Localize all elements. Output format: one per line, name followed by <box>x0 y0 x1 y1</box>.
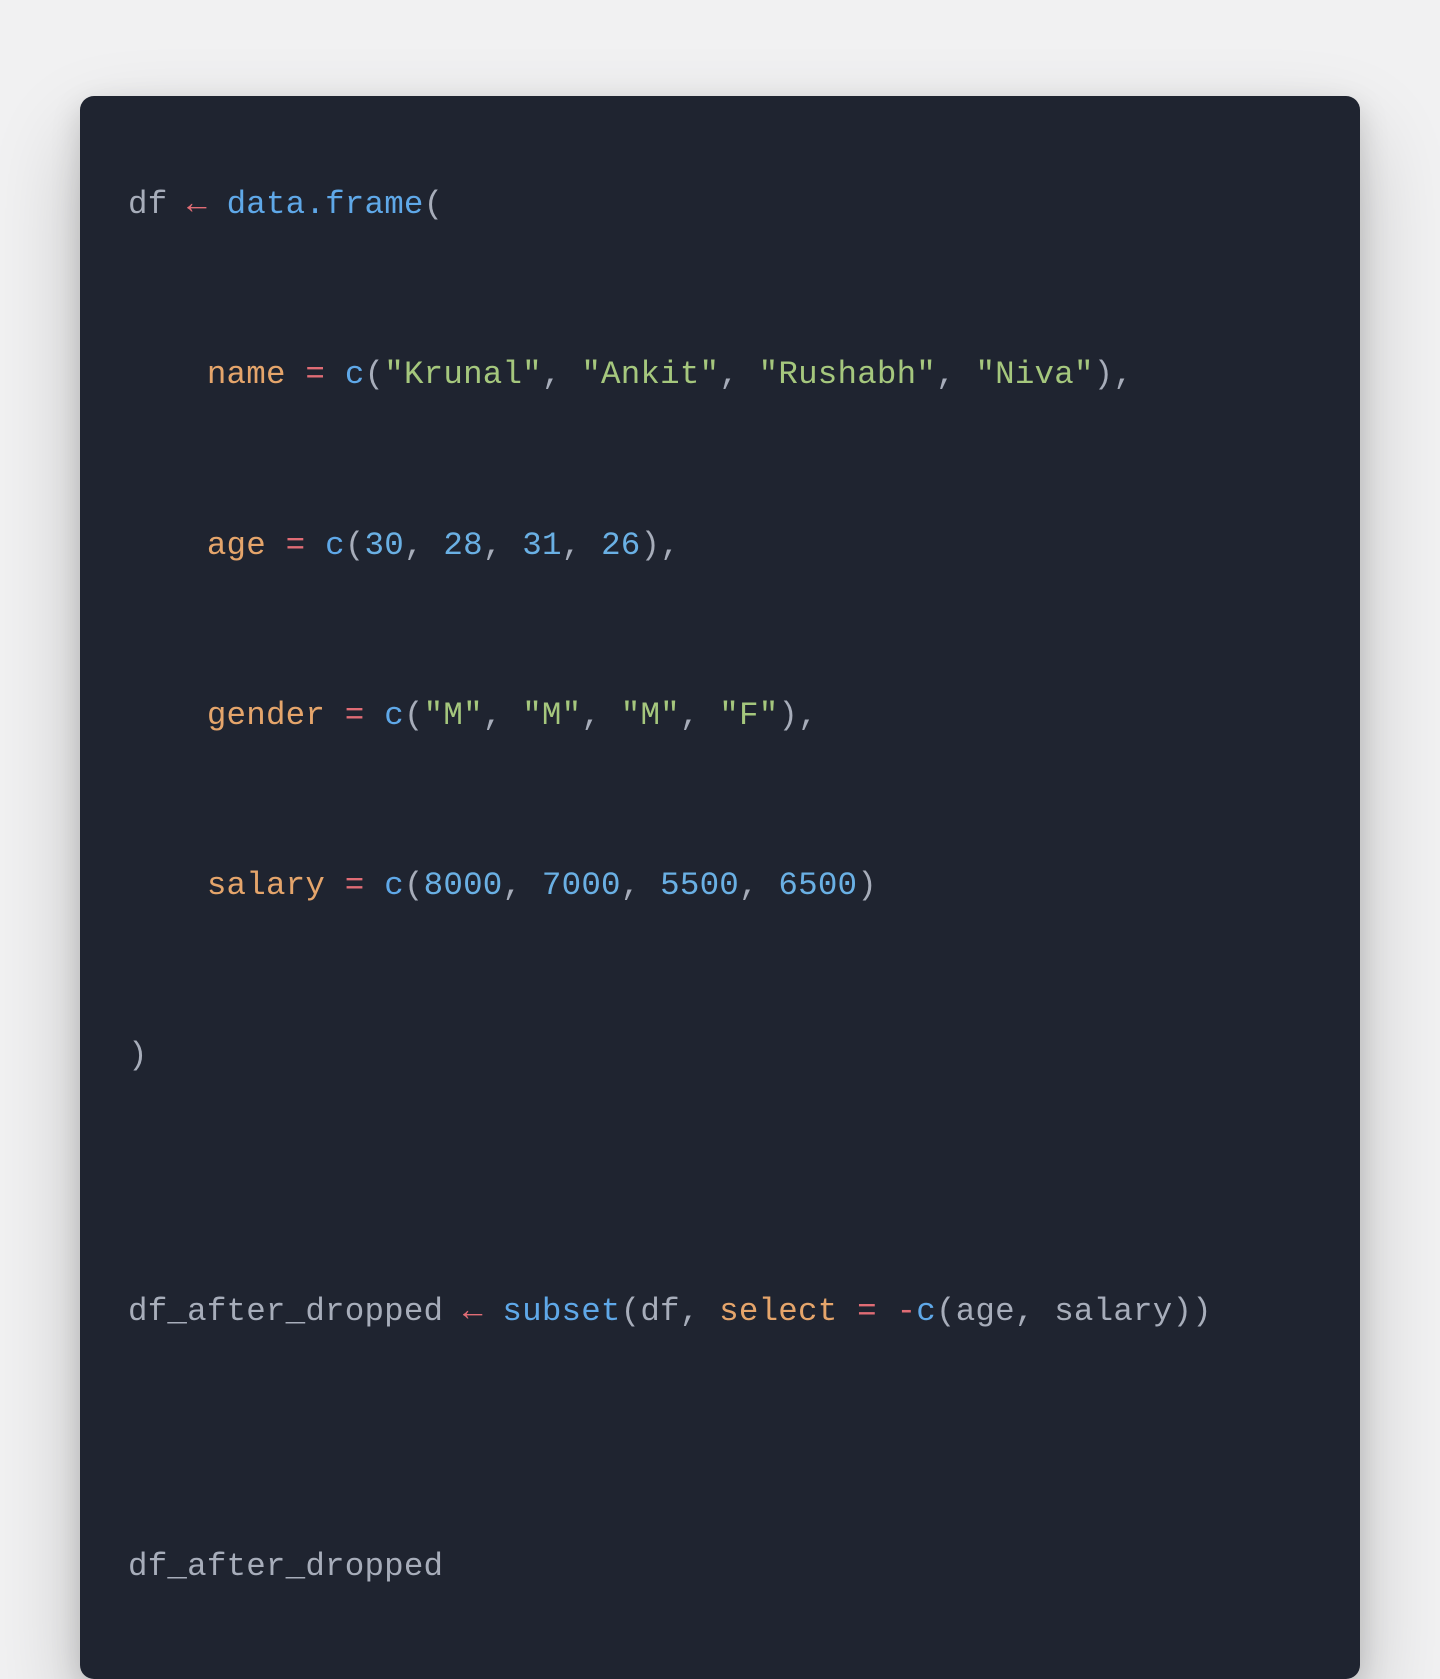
code-token <box>365 697 385 734</box>
code-token: "M" <box>424 697 483 734</box>
code-token: ← <box>463 1293 483 1330</box>
code-token: name <box>207 356 286 393</box>
code-token: = <box>345 697 365 734</box>
code-token <box>305 527 325 564</box>
code-token: , <box>502 867 541 904</box>
code-token: c <box>384 867 404 904</box>
code-token: gender <box>207 697 325 734</box>
code-token: 8000 <box>424 867 503 904</box>
code-token <box>325 867 345 904</box>
code-token: 28 <box>443 527 482 564</box>
code-token: ), <box>1094 356 1133 393</box>
code-token: "M" <box>621 697 680 734</box>
code-token: , <box>404 527 443 564</box>
code-token <box>325 697 345 734</box>
code-token <box>266 527 286 564</box>
code-token: ( <box>345 527 365 564</box>
code-token: , <box>739 867 778 904</box>
code-token: df_after_dropped <box>128 1548 443 1585</box>
code-token: 6500 <box>778 867 857 904</box>
code-token <box>207 186 227 223</box>
code-token: ), <box>641 527 680 564</box>
code-token: df_after_dropped <box>128 1293 463 1330</box>
code-token: ( <box>404 697 424 734</box>
code-token: ( <box>365 356 385 393</box>
code-token: "Niva" <box>975 356 1093 393</box>
code-token: , <box>680 697 719 734</box>
code-token <box>877 1293 897 1330</box>
code-token: , <box>719 356 758 393</box>
code-token: 31 <box>522 527 561 564</box>
code-token: 5500 <box>660 867 739 904</box>
code-token: "F" <box>719 697 778 734</box>
code-token: = <box>286 527 306 564</box>
code-token: salary <box>207 867 325 904</box>
code-token: - <box>897 1293 917 1330</box>
code-token: 26 <box>601 527 640 564</box>
code-token: , <box>621 867 660 904</box>
code-block[interactable]: df ← data.frame( name = c("Krunal", "Ank… <box>128 162 1312 1609</box>
code-token: "Ankit" <box>581 356 719 393</box>
code-token: = <box>345 867 365 904</box>
code-token: ), <box>778 697 817 734</box>
code-token: ) <box>857 867 877 904</box>
code-token: c <box>325 527 345 564</box>
code-token: , <box>542 356 581 393</box>
code-card: df ← data.frame( name = c("Krunal", "Ank… <box>80 96 1360 1679</box>
code-token: "Rushabh" <box>759 356 936 393</box>
code-token: = <box>857 1293 877 1330</box>
code-token <box>483 1293 503 1330</box>
code-token: 7000 <box>542 867 621 904</box>
code-token <box>837 1293 857 1330</box>
code-token <box>128 527 207 564</box>
code-token: (df, <box>621 1293 720 1330</box>
code-token: age <box>207 527 266 564</box>
page-frame: df ← data.frame( name = c("Krunal", "Ank… <box>0 0 1440 1448</box>
code-token <box>365 867 385 904</box>
code-token <box>286 356 306 393</box>
code-token: "M" <box>522 697 581 734</box>
code-token <box>128 356 207 393</box>
code-token: , <box>936 356 975 393</box>
code-token: , <box>483 527 522 564</box>
code-token: , <box>581 697 620 734</box>
code-token: , <box>483 697 522 734</box>
code-token: , <box>562 527 601 564</box>
code-token: data.frame <box>227 186 424 223</box>
code-token: df <box>128 186 187 223</box>
code-token: "Krunal" <box>384 356 542 393</box>
code-token: subset <box>502 1293 620 1330</box>
code-token <box>128 867 207 904</box>
code-token <box>325 356 345 393</box>
code-token: select <box>719 1293 837 1330</box>
code-token <box>128 697 207 734</box>
code-token: ← <box>187 186 207 223</box>
code-token: ) <box>128 1037 148 1074</box>
code-token: = <box>305 356 325 393</box>
code-token: c <box>345 356 365 393</box>
code-token: c <box>384 697 404 734</box>
code-token: (age, salary)) <box>936 1293 1212 1330</box>
code-token: 30 <box>365 527 404 564</box>
code-token: ( <box>404 867 424 904</box>
code-token: c <box>916 1293 936 1330</box>
code-token: ( <box>424 186 444 223</box>
